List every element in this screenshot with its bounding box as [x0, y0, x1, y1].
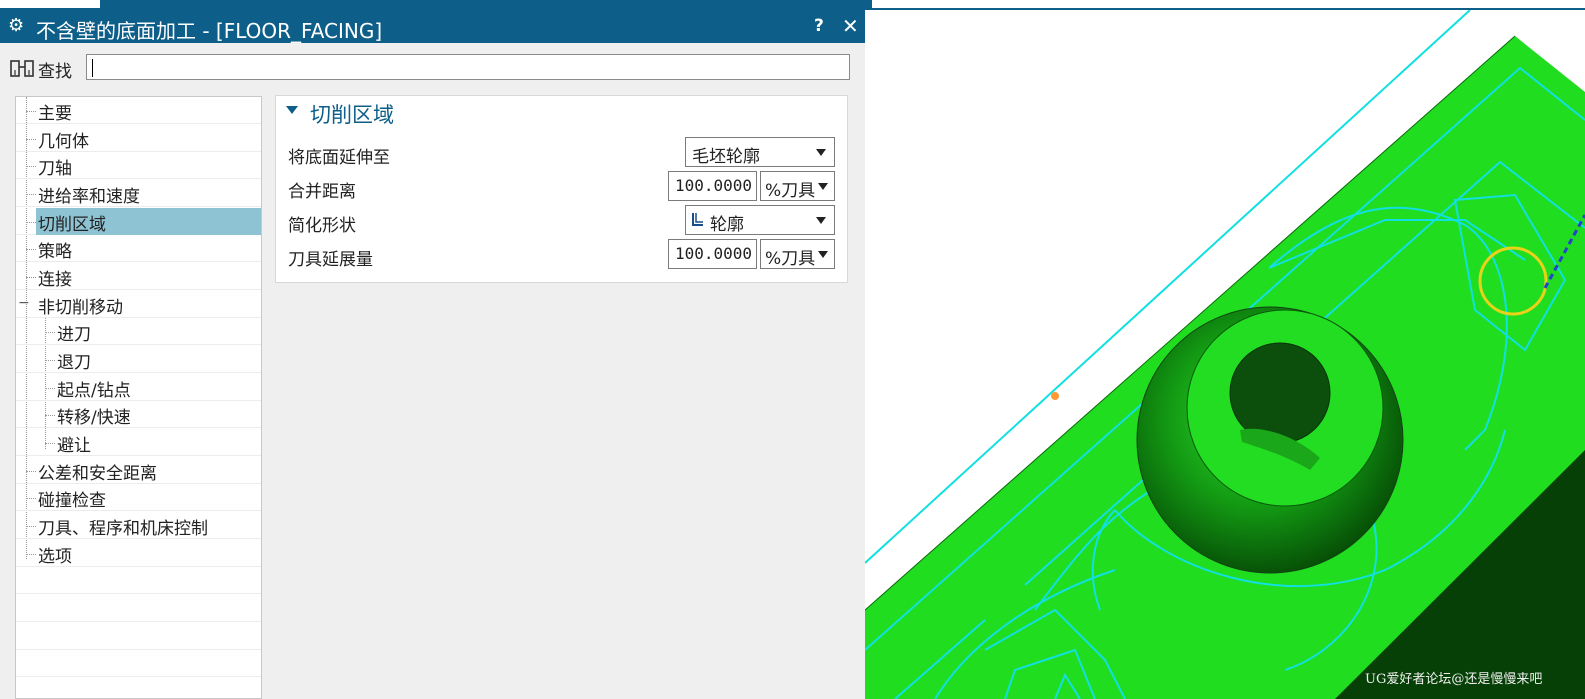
chevron-down-icon	[818, 251, 828, 258]
tree-empty-row	[16, 567, 261, 594]
tree-empty-row	[16, 650, 261, 677]
tree-empty-row	[16, 595, 261, 622]
tree-item-collision-check[interactable]: 碰撞检查	[16, 484, 261, 511]
top-strip-tab	[0, 0, 100, 8]
tree-item-geometry[interactable]: 几何体	[16, 125, 261, 152]
tool-extension-input[interactable]: 100.0000	[668, 239, 757, 269]
gear-icon[interactable]: ⚙	[8, 15, 24, 36]
tree-item-cut-area[interactable]: 切削区域	[16, 208, 261, 235]
navigator-tree: 主要 几何体 刀轴 进给率和速度 切削区域 策略 连接 − 非切削移动 进刀 退…	[15, 96, 262, 699]
chevron-down-icon	[818, 183, 828, 190]
tree-item-retract[interactable]: 退刀	[16, 346, 261, 373]
close-button[interactable]: ✕	[842, 14, 859, 38]
search-label: 查找	[38, 62, 72, 82]
field-label: 合并距离	[288, 182, 356, 202]
watermark: UG爱好者论坛@还是慢慢来吧	[1365, 672, 1543, 687]
tree-item-non-cutting-moves[interactable]: − 非切削移动	[16, 291, 261, 318]
part-model	[865, 10, 1585, 699]
bore-hole	[1229, 342, 1331, 444]
tree-item-label: 非切削移动	[38, 298, 123, 318]
tree-item-label: 刀具、程序和机床控制	[38, 519, 208, 539]
chevron-down-icon	[816, 217, 826, 224]
tree-item-avoidance[interactable]: 避让	[16, 429, 261, 456]
tree-item-label: 进给率和速度	[38, 187, 140, 207]
help-button[interactable]: ?	[814, 16, 824, 36]
tree-item-label: 刀轴	[38, 159, 72, 179]
graphics-viewport[interactable]: UG爱好者论坛@还是慢慢来吧	[865, 10, 1585, 699]
tree-item-label: 转移/快速	[57, 408, 131, 428]
tree-item-label: 主要	[38, 104, 72, 124]
merge-distance-unit-select[interactable]: %刀具	[760, 171, 835, 201]
panel-scrollbar[interactable]	[849, 95, 865, 699]
select-value: 毛坯轮廓	[692, 147, 760, 167]
extend-floor-select[interactable]: 毛坯轮廓	[685, 137, 835, 167]
operation-dialog: ⚙ 不含壁的底面加工 - [FLOOR_FACING] ? ✕ 查找 主要 几何…	[0, 10, 872, 699]
field-label: 简化形状	[288, 216, 356, 236]
tree-item-label: 选项	[38, 547, 72, 567]
row-tool-extension: 刀具延展量 100.0000 %刀具	[276, 239, 849, 271]
tree-item-label: 几何体	[38, 132, 89, 152]
top-window-strip	[0, 0, 1585, 10]
tool-extension-unit-select[interactable]: %刀具	[760, 239, 835, 269]
select-value: %刀具	[765, 181, 815, 201]
field-label: 将底面延伸至	[288, 148, 390, 168]
tree-item-start-drill-points[interactable]: 起点/钻点	[16, 374, 261, 401]
row-merge-distance: 合并距离 100.0000 %刀具	[276, 171, 849, 203]
search-row: 查找	[0, 50, 872, 86]
text-caret	[92, 59, 93, 77]
dialog-title-bar: ⚙ 不含壁的底面加工 - [FLOOR_FACING] ? ✕	[0, 10, 872, 43]
tree-item-label: 避让	[57, 436, 91, 456]
tree-item-label: 连接	[38, 270, 72, 290]
collapse-icon[interactable]: −	[18, 296, 30, 310]
tree-item-tolerances[interactable]: 公差和安全距离	[16, 457, 261, 484]
tree-item-label: 退刀	[57, 353, 91, 373]
tree-item-transfer-rapid[interactable]: 转移/快速	[16, 401, 261, 428]
tree-item-label: 策略	[38, 242, 72, 262]
dialog-title: 不含壁的底面加工 - [FLOOR_FACING]	[36, 19, 383, 43]
tree-item-feeds-speeds[interactable]: 进给率和速度	[16, 180, 261, 207]
tree-empty-row	[16, 678, 261, 698]
tree-item-connections[interactable]: 连接	[16, 263, 261, 290]
tree-item-label: 切削区域	[38, 215, 106, 235]
chevron-down-icon	[816, 149, 826, 156]
tree-item-strategy[interactable]: 策略	[16, 235, 261, 262]
field-label: 刀具延展量	[288, 250, 373, 270]
binoculars-icon	[10, 60, 34, 77]
simplify-shape-select[interactable]: 轮廓	[685, 205, 835, 235]
tree-empty-row	[16, 623, 261, 650]
section-title[interactable]: 切削区域	[310, 99, 394, 129]
tree-item-label: 公差和安全距离	[38, 464, 157, 484]
tree-item-options[interactable]: 选项	[16, 540, 261, 567]
tree-item-label: 进刀	[57, 325, 91, 345]
select-value: 轮廓	[710, 215, 744, 235]
select-value: %刀具	[765, 249, 815, 269]
tree-item-engage[interactable]: 进刀	[16, 318, 261, 345]
tree-item-main[interactable]: 主要	[16, 97, 261, 124]
start-point-marker	[1051, 392, 1059, 400]
tree-item-tool-axis[interactable]: 刀轴	[16, 152, 261, 179]
cut-area-panel: 切削区域 将底面延伸至 毛坯轮廓 合并距离 100.0000 %刀具 简化形状	[275, 95, 848, 283]
profile-shape-icon	[692, 213, 703, 226]
collapse-arrow-icon[interactable]	[286, 106, 298, 114]
search-input[interactable]	[86, 54, 850, 80]
row-extend-floor: 将底面延伸至 毛坯轮廓	[276, 137, 849, 169]
merge-distance-input[interactable]: 100.0000	[668, 171, 757, 201]
top-strip-bar	[0, 0, 872, 10]
tree-item-label: 碰撞检查	[38, 491, 106, 511]
row-simplify-shape: 简化形状 轮廓	[276, 205, 849, 237]
tree-item-label: 起点/钻点	[57, 381, 131, 401]
tree-item-tool-program-machine[interactable]: 刀具、程序和机床控制	[16, 512, 261, 539]
